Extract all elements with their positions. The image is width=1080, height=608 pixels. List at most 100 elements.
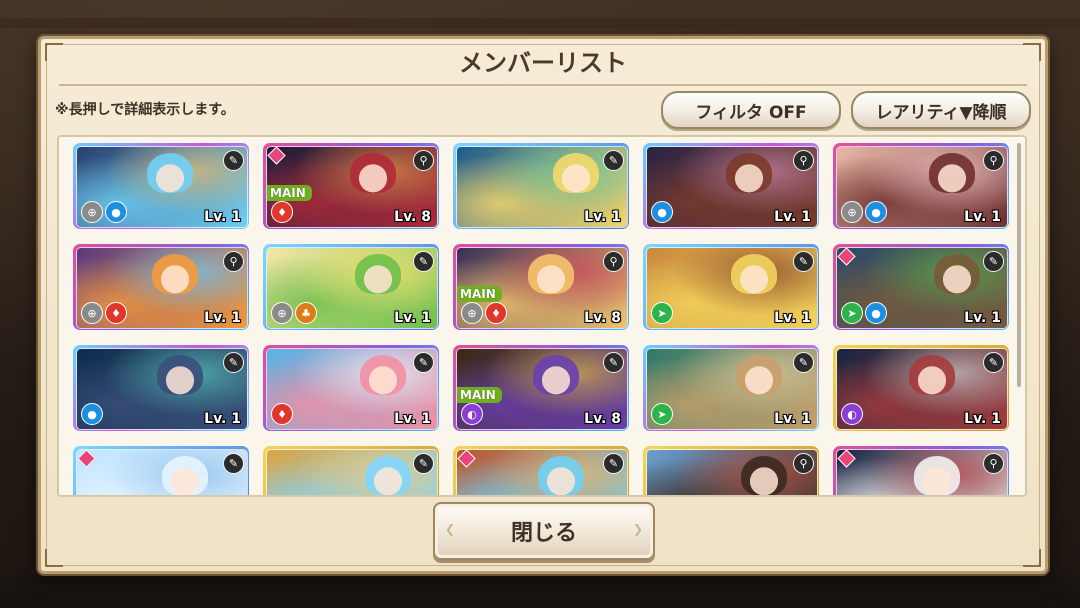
title-divider (59, 84, 1027, 86)
character-face (539, 365, 573, 399)
main-badge: MAIN (457, 387, 502, 403)
wrench-icon[interactable]: ✎ (413, 352, 434, 373)
level-label: Lv. 1 (964, 209, 1001, 225)
member-card[interactable]: ✎ ➤ Lv. 1 (643, 244, 819, 330)
level-label: Lv. 1 (204, 411, 241, 427)
wrench-icon[interactable]: ✎ (603, 352, 624, 373)
attribute-icons: ◐ (461, 403, 483, 425)
position-icon: ⊕ (81, 302, 103, 324)
level-label: Lv. 1 (394, 411, 431, 427)
attribute-icons: ➤ (651, 302, 673, 324)
close-button[interactable]: ❮ 閉じる ❯ (433, 502, 655, 560)
member-card[interactable]: ⚲ ⊕ ♦ Lv. 1 (73, 244, 249, 330)
wrench-icon[interactable]: ✎ (413, 453, 434, 474)
fire-icon: ♦ (271, 403, 293, 425)
member-card[interactable]: ⚲ ⊕ ● Lv. 1 (833, 143, 1009, 229)
scrollbar[interactable] (1017, 143, 1021, 387)
member-card[interactable]: ✎ ⊕ ● Lv. 1 (73, 143, 249, 229)
water-icon: ● (865, 302, 887, 324)
position-icon: ⊕ (81, 201, 103, 223)
fire-icon: ♦ (271, 201, 293, 223)
member-card[interactable]: ✎ ◐ Lv. 1 (833, 345, 1009, 431)
dark-icon: ◐ (841, 403, 863, 425)
member-card[interactable]: ✎ MAIN ◐ Lv. 8 (453, 345, 629, 431)
card-art-frame: ✎ ● Lv. 1 (76, 348, 248, 430)
search-icon[interactable]: ⚲ (413, 150, 434, 171)
level-label: Lv. 1 (964, 310, 1001, 326)
wrench-icon[interactable]: ✎ (223, 453, 244, 474)
member-card[interactable]: ⚲ (833, 446, 1009, 495)
position-icon: ⊕ (461, 302, 483, 324)
card-art-frame: ⚲ MAIN ⊕ ♦ Lv. 8 (456, 247, 628, 329)
level-label: Lv. 1 (964, 411, 1001, 427)
search-icon[interactable]: ⚲ (793, 150, 814, 171)
search-icon[interactable]: ⚲ (223, 251, 244, 272)
search-icon[interactable]: ⚲ (983, 150, 1004, 171)
card-art-frame: ⚲ MAIN ♦ Lv. 8 (266, 146, 438, 228)
member-card[interactable]: ✎ Lv. 1 (453, 143, 629, 229)
member-card[interactable]: ✎ ● Lv. 1 (73, 345, 249, 431)
search-icon[interactable]: ⚲ (983, 453, 1004, 474)
attribute-icons: ♦ (271, 201, 293, 223)
attribute-icons: ⊕ ♦ (81, 302, 127, 324)
character-face (732, 163, 766, 197)
attribute-icons: ● (81, 403, 103, 425)
member-card[interactable]: ⚲ (643, 446, 819, 495)
member-card[interactable]: ✎ ➤ Lv. 1 (643, 345, 819, 431)
level-label: Lv. 8 (394, 209, 431, 225)
attribute-icons: ♦ (271, 403, 293, 425)
character-art (647, 450, 817, 495)
wrench-icon[interactable]: ✎ (603, 150, 624, 171)
member-card[interactable]: ✎ ♦ Lv. 1 (263, 345, 439, 431)
wrench-icon[interactable]: ✎ (223, 352, 244, 373)
member-card[interactable]: ✎ (453, 446, 629, 495)
member-card[interactable]: ✎ (263, 446, 439, 495)
character-face (356, 163, 390, 197)
level-label: Lv. 1 (774, 310, 811, 326)
corner-ornament (1023, 549, 1041, 567)
member-list[interactable]: ✎ ⊕ ● Lv. 1 ⚲ MAIN ♦ Lv. 8 ✎ Lv. 1 ⚲ ● Lv. 1 ⚲ ⊕ ● Lv. 1… (57, 135, 1027, 497)
member-card[interactable]: ✎ ➤ ● Lv. 1 (833, 244, 1009, 330)
member-card[interactable]: ⚲ MAIN ⊕ ♦ Lv. 8 (453, 244, 629, 330)
attribute-icons: ⊕ ● (841, 201, 887, 223)
wrench-icon[interactable]: ✎ (793, 251, 814, 272)
search-icon[interactable]: ⚲ (793, 453, 814, 474)
member-card[interactable]: ✎ (73, 446, 249, 495)
wind-icon: ➤ (651, 403, 673, 425)
sort-button[interactable]: レアリティ▼降順 (851, 91, 1031, 129)
card-art-frame: ✎ ◐ Lv. 1 (836, 348, 1008, 430)
wind-icon: ➤ (841, 302, 863, 324)
wrench-icon[interactable]: ✎ (983, 352, 1004, 373)
member-card[interactable]: ✎ ⊕ ♣ Lv. 1 (263, 244, 439, 330)
fire-icon: ♦ (485, 302, 507, 324)
wrench-icon[interactable]: ✎ (413, 251, 434, 272)
level-label: Lv. 8 (584, 411, 621, 427)
character-face (915, 365, 949, 399)
character-face (163, 365, 197, 399)
wrench-icon[interactable]: ✎ (793, 352, 814, 373)
level-label: Lv. 1 (204, 209, 241, 225)
level-label: Lv. 1 (394, 310, 431, 326)
wind-icon: ➤ (651, 302, 673, 324)
character-face (940, 264, 974, 298)
main-badge: MAIN (457, 286, 502, 302)
wrench-icon[interactable]: ✎ (983, 251, 1004, 272)
wrench-icon[interactable]: ✎ (223, 150, 244, 171)
attribute-icons: ➤ (651, 403, 673, 425)
dialog-title: メンバーリスト (459, 49, 627, 77)
long-press-hint: ※長押しで詳細表示します。 (55, 102, 235, 118)
attribute-icons: ⊕ ♣ (271, 302, 317, 324)
filter-button[interactable]: フィルタ OFF (661, 91, 841, 129)
attribute-icons: ➤ ● (841, 302, 887, 324)
search-icon[interactable]: ⚲ (603, 251, 624, 272)
wrench-icon[interactable]: ✎ (603, 453, 624, 474)
water-icon: ● (651, 201, 673, 223)
earth-icon: ♣ (295, 302, 317, 324)
fire-icon: ♦ (105, 302, 127, 324)
level-label: Lv. 1 (774, 411, 811, 427)
member-card[interactable]: ⚲ ● Lv. 1 (643, 143, 819, 229)
member-card[interactable]: ⚲ MAIN ♦ Lv. 8 (263, 143, 439, 229)
character-face (168, 466, 202, 495)
card-art-frame: ✎ (266, 449, 438, 495)
water-icon: ● (865, 201, 887, 223)
